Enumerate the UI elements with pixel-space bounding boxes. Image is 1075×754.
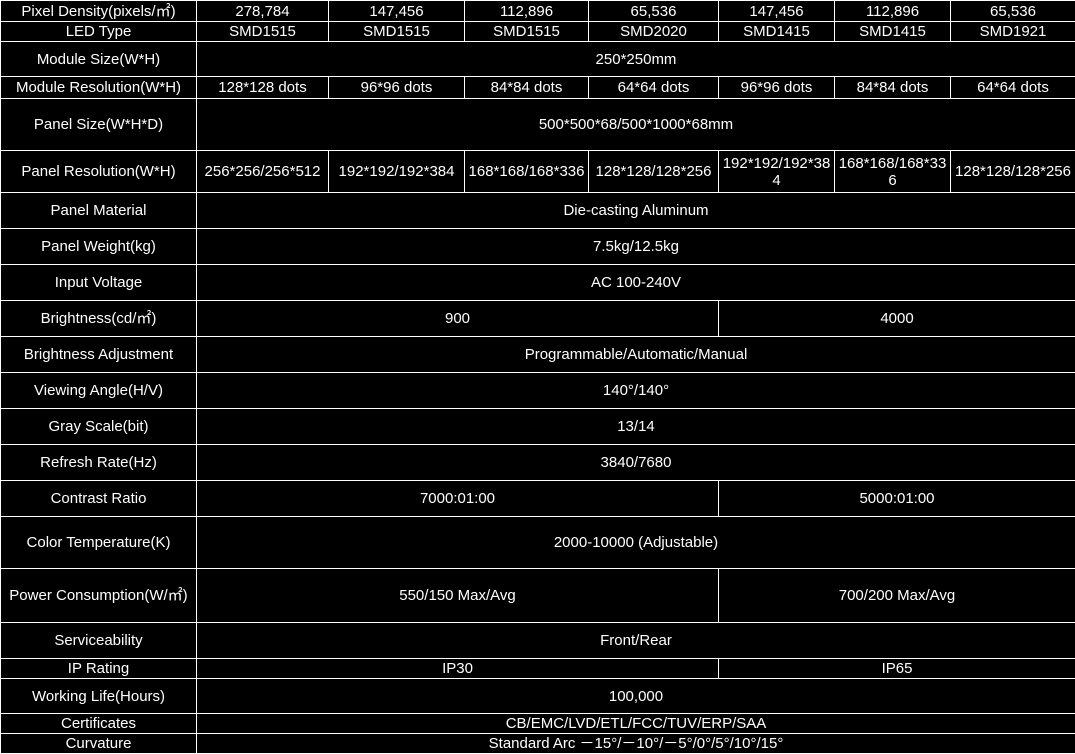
row-panel-material: Panel Material Die-casting Aluminum (1, 193, 1075, 229)
cell-value: 13/14 (197, 409, 1075, 445)
row-pixel-density: Pixel Density(pixels/㎡) 278,784 147,456 … (1, 1, 1075, 22)
cell-value: 112,896 (835, 1, 951, 22)
row-label: Curvature (1, 734, 197, 754)
row-module-size: Module Size(W*H) 250*250mm (1, 42, 1075, 77)
row-working-life: Working Life(Hours) 100,000 (1, 679, 1075, 714)
row-label: Serviceability (1, 623, 197, 659)
row-input-voltage: Input Voltage AC 100-240V (1, 265, 1075, 301)
row-label: Gray Scale(bit) (1, 409, 197, 445)
cell-value: 112,896 (465, 1, 589, 22)
row-panel-size: Panel Size(W*H*D) 500*500*68/500*1000*68… (1, 99, 1075, 151)
cell-value: 147,456 (719, 1, 835, 22)
row-brightness: Brightness(cd/㎡) 900 4000 (1, 301, 1075, 337)
row-viewing-angle: Viewing Angle(H/V) 140°/140° (1, 373, 1075, 409)
row-certificates: Certificates CB/EMC/LVD/ETL/FCC/TUV/ERP/… (1, 714, 1075, 734)
row-panel-resolution: Panel Resolution(W*H) 256*256/256*512 19… (1, 151, 1075, 193)
cell-value: SMD2020 (589, 22, 719, 42)
row-label: Input Voltage (1, 265, 197, 301)
cell-value: AC 100-240V (197, 265, 1075, 301)
cell-value: 84*84 dots (465, 77, 589, 99)
row-label: Panel Weight(kg) (1, 229, 197, 265)
cell-value: IP30 (197, 659, 719, 679)
row-label: LED Type (1, 22, 197, 42)
cell-value: SMD1921 (951, 22, 1075, 42)
cell-value: Programmable/Automatic/Manual (197, 337, 1075, 373)
cell-value: 100,000 (197, 679, 1075, 714)
cell-value: 168*168/168*336 (465, 151, 589, 193)
cell-value: Standard Arc －15°/－10°/－5°/0°/5°/10°/15° (197, 734, 1075, 754)
cell-value: 168*168/168*336 (835, 151, 951, 193)
row-label: Contrast Ratio (1, 481, 197, 517)
row-led-type: LED Type SMD1515 SMD1515 SMD1515 SMD2020… (1, 22, 1075, 42)
cell-value: 65,536 (589, 1, 719, 22)
cell-value: 192*192/192*384 (329, 151, 465, 193)
row-panel-weight: Panel Weight(kg) 7.5kg/12.5kg (1, 229, 1075, 265)
cell-value: SMD1515 (465, 22, 589, 42)
cell-value: Die-casting Aluminum (197, 193, 1075, 229)
cell-value: 700/200 Max/Avg (719, 569, 1075, 623)
row-gray-scale: Gray Scale(bit) 13/14 (1, 409, 1075, 445)
cell-value: 900 (197, 301, 719, 337)
row-refresh-rate: Refresh Rate(Hz) 3840/7680 (1, 445, 1075, 481)
row-module-resolution: Module Resolution(W*H) 128*128 dots 96*9… (1, 77, 1075, 99)
row-label: Certificates (1, 714, 197, 734)
cell-value: 192*192/192*384 (719, 151, 835, 193)
row-ip-rating: IP Rating IP30 IP65 (1, 659, 1075, 679)
cell-value: SMD1515 (329, 22, 465, 42)
cell-value: IP65 (719, 659, 1075, 679)
row-contrast-ratio: Contrast Ratio 7000:01:00 5000:01:00 (1, 481, 1075, 517)
cell-value: 3840/7680 (197, 445, 1075, 481)
row-label: IP Rating (1, 659, 197, 679)
row-label: Power Consumption(W/㎡) (1, 569, 197, 623)
cell-value: 96*96 dots (329, 77, 465, 99)
cell-value: 7000:01:00 (197, 481, 719, 517)
cell-value: CB/EMC/LVD/ETL/FCC/TUV/ERP/SAA (197, 714, 1075, 734)
row-label: Viewing Angle(H/V) (1, 373, 197, 409)
cell-value: 147,456 (329, 1, 465, 22)
cell-value: 65,536 (951, 1, 1075, 22)
row-label: Brightness(cd/㎡) (1, 301, 197, 337)
row-label: Working Life(Hours) (1, 679, 197, 714)
row-serviceability: Serviceability Front/Rear (1, 623, 1075, 659)
cell-value: SMD1415 (719, 22, 835, 42)
row-label: Panel Material (1, 193, 197, 229)
cell-value: 96*96 dots (719, 77, 835, 99)
row-power-consumption: Power Consumption(W/㎡) 550/150 Max/Avg 7… (1, 569, 1075, 623)
cell-value: 250*250mm (197, 42, 1075, 77)
cell-value: 4000 (719, 301, 1075, 337)
cell-value: 140°/140° (197, 373, 1075, 409)
cell-value: SMD1515 (197, 22, 329, 42)
cell-value: SMD1415 (835, 22, 951, 42)
cell-value: 64*64 dots (589, 77, 719, 99)
row-label: Refresh Rate(Hz) (1, 445, 197, 481)
cell-value: 256*256/256*512 (197, 151, 329, 193)
row-label: Brightness Adjustment (1, 337, 197, 373)
row-brightness-adjustment: Brightness Adjustment Programmable/Autom… (1, 337, 1075, 373)
row-label: Pixel Density(pixels/㎡) (1, 1, 197, 22)
cell-value: 84*84 dots (835, 77, 951, 99)
row-label: Module Size(W*H) (1, 42, 197, 77)
cell-value: 128*128/128*256 (589, 151, 719, 193)
row-label: Color Temperature(K) (1, 517, 197, 569)
cell-value: 2000-10000 (Adjustable) (197, 517, 1075, 569)
cell-value: 278,784 (197, 1, 329, 22)
row-label: Panel Resolution(W*H) (1, 151, 197, 193)
cell-value: 64*64 dots (951, 77, 1075, 99)
cell-value: 500*500*68/500*1000*68mm (197, 99, 1075, 151)
cell-value: 5000:01:00 (719, 481, 1075, 517)
cell-value: 550/150 Max/Avg (197, 569, 719, 623)
cell-value: Front/Rear (197, 623, 1075, 659)
row-curvature: Curvature Standard Arc －15°/－10°/－5°/0°/… (1, 734, 1075, 754)
row-label: Panel Size(W*H*D) (1, 99, 197, 151)
spec-table: Pixel Density(pixels/㎡) 278,784 147,456 … (0, 0, 1075, 754)
row-label: Module Resolution(W*H) (1, 77, 197, 99)
row-color-temperature: Color Temperature(K) 2000-10000 (Adjusta… (1, 517, 1075, 569)
cell-value: 7.5kg/12.5kg (197, 229, 1075, 265)
cell-value: 128*128/128*256 (951, 151, 1075, 193)
cell-value: 128*128 dots (197, 77, 329, 99)
